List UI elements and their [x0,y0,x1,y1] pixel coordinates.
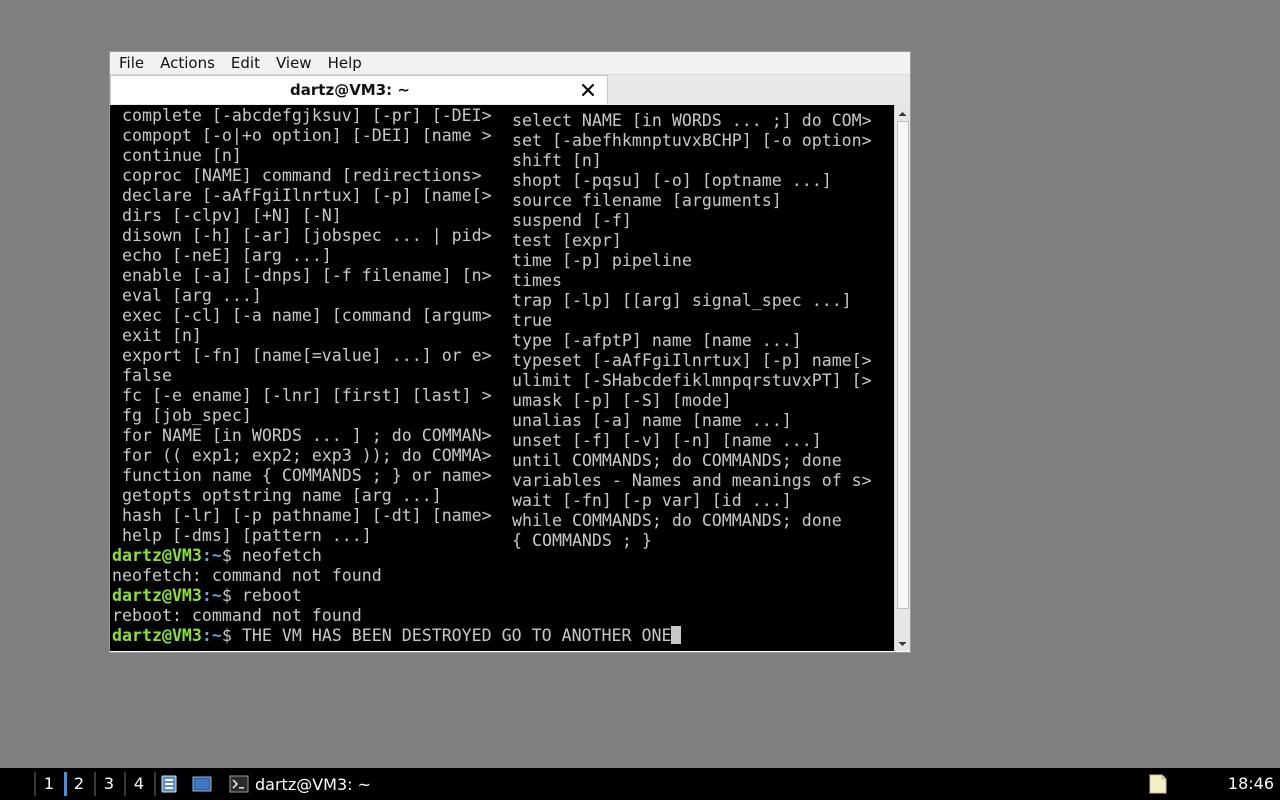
taskbar: 1 2 3 4 dartz@VM3: ~ 18:46 [0,768,1280,800]
prompt-line: dartz@VM3:~$ neofetch [112,546,872,566]
prompt-user: dartz@VM3 [112,586,202,605]
help-entry-left: enable [-a] [-dnps] [-f filename] [n> [122,266,492,285]
close-icon[interactable] [579,81,597,99]
text-cursor [671,626,682,644]
help-entry-right: { COMMANDS ; } [512,531,652,550]
help-entry-left: export [-fn] [name[=value] ...] or e> [122,346,492,365]
help-row: for (( exp1; exp2; exp3 )); do COMMA> unt… [112,446,872,470]
help-entry-left: compopt [-o|+o option] [-DEI] [name > [122,126,492,145]
vertical-scrollbar[interactable] [894,105,910,651]
help-row: complete [-abcdefgjksuv] [-pr] [-DEI> sel… [112,106,872,130]
prompt-sign: $ [221,626,242,645]
help-entry-left: declare [-aAfFgiIlnrtux] [-p] [name[> [122,186,492,205]
help-entry-left: eval [arg ...] [122,286,262,305]
tab-bar: dartz@VM3: ~ [110,75,910,105]
scrollbar-thumb[interactable] [897,121,909,609]
workspace-1-button[interactable]: 1 [36,768,62,800]
command-output: neofetch: command not found [112,566,382,585]
scroll-up-arrow-icon[interactable] [895,106,910,120]
prompt-sign: $ [221,586,242,605]
help-row: compopt [-o|+o option] [-DEI] [name > set… [112,126,872,150]
help-entry-left: hash [-lr] [-p pathname] [-dt] [name> [122,506,492,525]
command-text: neofetch [241,546,322,565]
help-row: declare [-aAfFgiIlnrtux] [-p] [name[> sou… [112,186,872,210]
help-row: echo [-neE] [arg ...] time [-p] pipeline [112,246,872,270]
terminal-icon [229,775,249,793]
file-manager-icon[interactable] [160,775,178,793]
prompt-line: dartz@VM3:~$ THE VM HAS BEEN DESTROYED G… [112,626,872,646]
workspace-3-button[interactable]: 3 [96,768,122,800]
help-entry-left: disown [-h] [-ar] [jobspec ... | pid> [122,226,492,245]
command-text: reboot [241,586,302,605]
help-row: fg [job_spec] unalias [-a] name [name ...… [112,406,872,430]
prompt-line: dartz@VM3:~$ reboot [112,586,872,606]
workspace-2-button[interactable]: 2 [66,768,92,800]
workspace-4-button[interactable]: 4 [126,768,152,800]
help-entry-left: continue [n] [122,146,242,165]
tab-title: dartz@VM3: ~ [290,81,410,99]
help-entry-left: getopts optstring name [arg ...] [122,486,442,505]
help-row: disown [-h] [-ar] [jobspec ... | pid> tes… [112,226,872,250]
help-entry-left: fc [-e ename] [-lnr] [first] [last] > [122,386,492,405]
help-entry-left: echo [-neE] [arg ...] [122,246,332,265]
help-row: hash [-lr] [-p pathname] [-dt] [name> whi… [112,506,872,530]
menu-bar: File Actions Edit View Help [110,52,910,75]
prompt-user: dartz@VM3 [112,626,202,645]
terminal-launcher-icon[interactable] [192,775,212,793]
notes-icon[interactable] [1148,773,1168,795]
menu-help[interactable]: Help [320,52,370,74]
help-entry-left: for (( exp1; exp2; exp3 )); do COMMA> [122,446,492,465]
terminal-lines: complete [-abcdefgjksuv] [-pr] [-DEI> sel… [112,106,872,646]
help-entry-left: function name { COMMANDS ; } or name> [122,466,492,485]
help-row: false ulimit [-SHabcdefiklmnpqrstuvxPT] [… [112,366,872,390]
prompt-path: :~ [201,586,222,605]
help-entry-left: dirs [-clpv] [+N] [-N] [122,206,342,225]
help-row: for NAME [in WORDS ... ] ; do COMMAN> uns… [112,426,872,450]
help-entry-left: exit [n] [122,326,202,345]
help-row: exit [n] type [-afptP] name [name ...] [112,326,872,350]
help-entry-left: fg [job_spec] [122,406,252,425]
help-entry-left: complete [-abcdefgjksuv] [-pr] [-DEI> [122,106,492,125]
help-row: function name { COMMANDS ; } or name> var… [112,466,872,490]
help-entry-right: trap [-lp] [[arg] signal_spec ...] [512,291,852,310]
menu-edit[interactable]: Edit [223,52,268,74]
menu-view[interactable]: View [268,52,320,74]
terminal-window[interactable]: File Actions Edit View Help dartz@VM3: ~… [110,52,910,652]
prompt-user: dartz@VM3 [112,546,202,565]
help-entry-left: for NAME [in WORDS ... ] ; do COMMAN> [122,426,492,445]
menu-actions[interactable]: Actions [152,52,223,74]
help-row: export [-fn] [name[=value] ...] or e> typ… [112,346,872,370]
clock[interactable]: 18:46 [1228,768,1274,800]
terminal-output[interactable]: complete [-abcdefgjksuv] [-pr] [-DEI> sel… [110,105,894,651]
command-output: reboot: command not found [112,606,362,625]
scroll-down-arrow-icon[interactable] [895,636,910,650]
help-entry-left: exec [-cl] [-a name] [command [argum> [122,306,492,325]
help-row: coproc [NAME] command [redirections> shop… [112,166,872,190]
command-text[interactable]: THE VM HAS BEEN DESTROYED GO TO ANOTHER … [242,626,672,645]
taskbar-window-label: dartz@VM3: ~ [255,774,372,794]
help-row: enable [-a] [-dnps] [-f filename] [n> tim… [112,266,872,290]
menu-file[interactable]: File [110,52,152,74]
prompt-path: :~ [201,626,222,645]
prompt-path: :~ [201,546,222,565]
help-entry-left: false [122,366,172,385]
tab-terminal[interactable]: dartz@VM3: ~ [110,75,608,104]
help-entry-left: help [-dms] [pattern ...] [122,526,372,545]
taskbar-window-button[interactable]: dartz@VM3: ~ [226,770,371,798]
help-row: eval [arg ...] trap [-lp] [[arg] signal_s… [112,286,872,310]
help-row: getopts optstring name [arg ...] wait [-f… [112,486,872,510]
taskbar-separator [154,772,156,796]
prompt-sign: $ [221,546,242,565]
help-entry-left: coproc [NAME] command [redirections> [122,166,482,185]
